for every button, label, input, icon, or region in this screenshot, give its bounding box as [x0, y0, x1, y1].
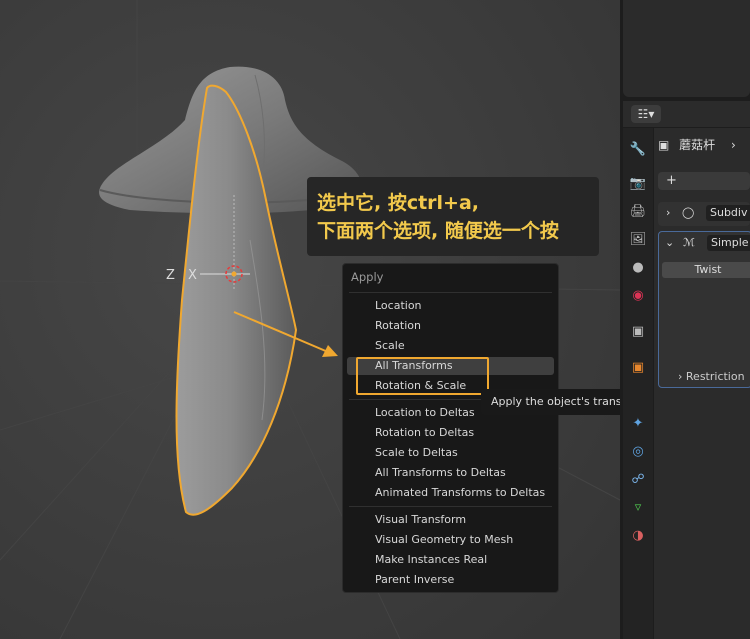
editor-type-button[interactable]: ☷▾	[631, 105, 661, 123]
object-type-icon: ▣	[658, 138, 670, 152]
menu-item-scale[interactable]: Scale	[347, 337, 554, 355]
menu-item-scale-to-deltas[interactable]: Scale to Deltas	[347, 444, 554, 462]
subdivision-icon: ◯	[682, 206, 695, 219]
modifier-panel-subdivision[interactable]: › ◯ Subdiv	[658, 202, 750, 226]
editor-type-icon: ☷▾	[637, 107, 655, 121]
render-icon[interactable]: 📷	[628, 174, 648, 194]
properties-header: ☷▾	[623, 101, 750, 127]
collapse-chevron-icon[interactable]: ⌄	[665, 232, 674, 254]
object-name: 蘑菇杆	[679, 138, 716, 152]
menu-item-location[interactable]: Location	[347, 297, 554, 315]
tool-icon[interactable]: 🔧	[628, 140, 648, 160]
menu-separator	[349, 506, 552, 507]
modifier-properties: ▣ 蘑菇杆 › + › ◯ Subdiv ⌄ ℳ Simple Twist › …	[654, 128, 750, 639]
annotation-line-2: 下面两个选项, 随便选一个按	[317, 220, 559, 242]
menu-title: Apply	[351, 270, 384, 284]
modifier-name-field[interactable]: Subdiv	[706, 205, 750, 221]
apply-menu[interactable]: Apply Location Rotation Scale All Transf…	[342, 263, 559, 593]
restrictions-label: Restriction	[685, 370, 745, 383]
material-icon[interactable]: ◑	[628, 526, 648, 546]
simple-deform-icon: ℳ	[683, 236, 695, 249]
highlight-box	[356, 357, 489, 395]
menu-item-rotation[interactable]: Rotation	[347, 317, 554, 335]
axis-z-label: Z	[166, 268, 175, 283]
output-icon[interactable]: 🖨	[628, 202, 648, 222]
menu-item-parent-inverse[interactable]: Parent Inverse	[347, 571, 554, 589]
properties-editor[interactable]: ☷▾ 🔧 📷 🖨 🖼 ● ◉ ▣ ▣ ✦ ◎ ☍ ▿ ◑ ▣ 蘑菇杆 › + ›…	[620, 0, 750, 639]
data-icon[interactable]: ▿	[628, 498, 648, 518]
constraints-icon[interactable]: ☍	[628, 470, 648, 490]
annotation-callout: 选中它, 按ctrl+a, 下面两个选项, 随便选一个按	[307, 177, 599, 256]
object-icon[interactable]: ▣	[628, 358, 648, 378]
menu-item-visual-transform[interactable]: Visual Transform	[347, 511, 554, 529]
annotation-line-1: 选中它, 按ctrl+a,	[317, 192, 480, 214]
object-name-row: ▣ 蘑菇杆 ›	[658, 136, 750, 154]
menu-item-rotation-to-deltas[interactable]: Rotation to Deltas	[347, 424, 554, 442]
expand-chevron-icon[interactable]: ›	[666, 202, 670, 224]
view-layer-icon[interactable]: 🖼	[628, 230, 648, 250]
menu-separator	[349, 292, 552, 293]
menu-item-all-transforms-to-deltas[interactable]: All Transforms to Deltas	[347, 464, 554, 482]
particles-icon[interactable]: ✦	[628, 414, 648, 434]
menu-item-animated-transforms-to-deltas[interactable]: Animated Transforms to Deltas	[347, 484, 554, 502]
world-icon[interactable]: ◉	[628, 286, 648, 306]
expand-chevron-icon: ›	[678, 370, 683, 383]
outliner-area[interactable]	[623, 0, 750, 97]
physics-icon[interactable]: ◎	[628, 442, 648, 462]
modifier-panel-simple-deform[interactable]: ⌄ ℳ Simple	[658, 231, 750, 388]
add-modifier-button[interactable]: +	[658, 172, 750, 190]
restrictions-subpanel[interactable]: › Restriction	[678, 370, 745, 383]
scene-icon[interactable]: ●	[628, 258, 648, 278]
collection-icon[interactable]: ▣	[628, 322, 648, 342]
menu-item-make-instances-real[interactable]: Make Instances Real	[347, 551, 554, 569]
menu-item-visual-geometry-to-mesh[interactable]: Visual Geometry to Mesh	[347, 531, 554, 549]
properties-tabs: 🔧 📷 🖨 🖼 ● ◉ ▣ ▣ ✦ ◎ ☍ ▿ ◑	[623, 128, 653, 639]
twist-mode-button[interactable]: Twist	[662, 262, 750, 278]
modifier-name-field[interactable]: Simple	[707, 235, 750, 251]
breadcrumb-chevron-icon: ›	[731, 138, 736, 152]
axis-x-label: X	[188, 268, 197, 283]
